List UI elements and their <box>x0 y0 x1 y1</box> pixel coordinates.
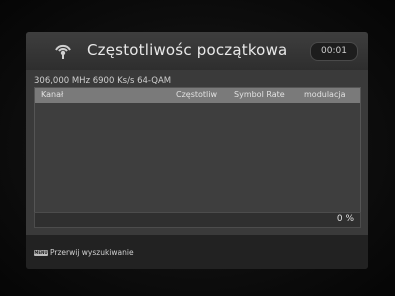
cancel-scan-hint: Przerwij wyszukiwanie <box>50 248 134 257</box>
page-title: Częstotliwośc początkowa <box>87 41 288 59</box>
channel-table: Kanał Częstotliw Symbol Rate modulacja <box>34 87 361 225</box>
scan-dialog: Częstotliwośc początkowa 00:01 306,000 M… <box>26 32 368 269</box>
tv-screen: Częstotliwośc początkowa 00:01 306,000 M… <box>0 0 395 296</box>
table-header: Kanał Częstotliw Symbol Rate modulacja <box>35 88 360 103</box>
column-header-modulation: modulacja <box>304 90 346 99</box>
scan-parameters: 306,000 MHz 6900 Ks/s 64-QAM <box>34 76 172 86</box>
column-header-channel: Kanał <box>41 90 64 99</box>
column-header-frequency: Częstotliw <box>176 90 218 99</box>
column-header-symbol-rate: Symbol Rate <box>234 90 285 99</box>
satellite-dish-icon <box>53 41 73 61</box>
dialog-header: Częstotliwośc początkowa 00:01 <box>26 32 368 70</box>
scan-progress-bar: 0 % <box>34 212 361 228</box>
dialog-footer: MENU Przerwij wyszukiwanie <box>26 235 368 269</box>
menu-key-icon[interactable]: MENU <box>34 250 48 256</box>
dialog-body: 306,000 MHz 6900 Ks/s 64-QAM Kanał Częst… <box>26 70 368 235</box>
clock: 00:01 <box>310 42 358 61</box>
progress-percent: 0 % <box>336 214 354 224</box>
